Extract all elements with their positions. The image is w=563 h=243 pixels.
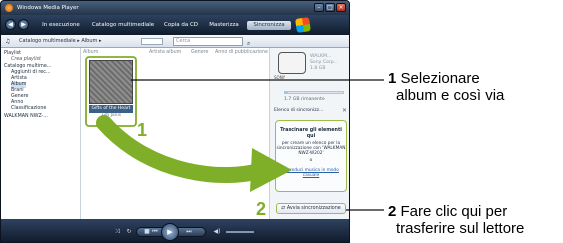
callout-1-line1: Selezionare bbox=[400, 70, 480, 87]
callout-2-line1: Fare clic qui per bbox=[400, 203, 508, 220]
album-highlight bbox=[85, 56, 137, 127]
callout-2-line2: trasferire sul lettore bbox=[396, 220, 525, 237]
drag-arrow-head bbox=[250, 148, 292, 192]
drag-arrow bbox=[96, 115, 270, 184]
callout-2: 2 Fare clic qui per trasferire sul letto… bbox=[388, 203, 524, 237]
callout-2-number: 2 bbox=[388, 203, 397, 220]
callout-1-line2: album e così via bbox=[396, 87, 505, 104]
step-2-badge: 2 bbox=[256, 199, 267, 219]
step-1-badge: 1 bbox=[137, 120, 148, 140]
callout-1: 1 Selezionare album e così via bbox=[388, 70, 504, 104]
callout-1-number: 1 bbox=[388, 70, 397, 87]
